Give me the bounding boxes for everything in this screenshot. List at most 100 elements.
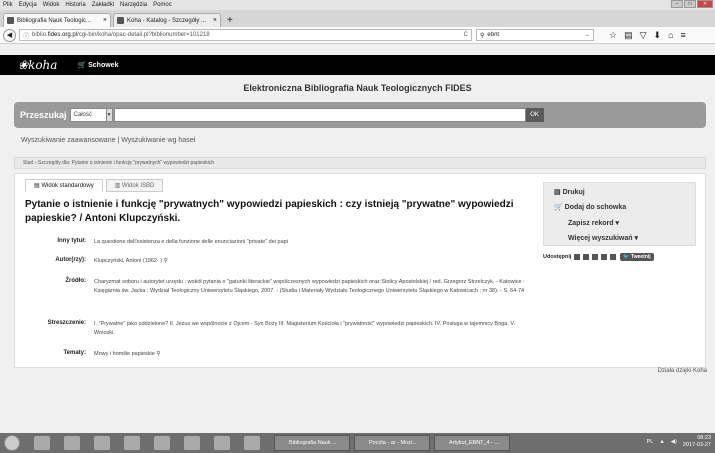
toolbar-icons: ☆ ▤ ▽ ⬇ ⌂ ≡ xyxy=(602,30,686,41)
breadcrumb: Start › Szczegóły dla: Pytanie o istnien… xyxy=(14,157,706,169)
taskbar-mail-task[interactable]: Poczta - ar - Mozi... xyxy=(354,435,430,451)
tab-standard-view[interactable]: ▤ Widok standardowy xyxy=(25,179,103,192)
pocket-icon[interactable]: ▽ xyxy=(640,30,647,41)
field-subjects: Tematy: Mowy i homilie papieskie ⚲ xyxy=(63,350,161,357)
menu-view[interactable]: Widok xyxy=(43,2,60,8)
maximize-button[interactable]: □ xyxy=(684,0,696,8)
email-icon[interactable] xyxy=(601,254,608,260)
save-record-button[interactable]: Zapisz rekord ▾ xyxy=(568,219,619,227)
menu-edit[interactable]: Edycja xyxy=(19,2,37,8)
tab-koha-katalog[interactable]: Koha - Katalog - Szczegóły ... × xyxy=(113,13,221,27)
advanced-search-link[interactable]: Wyszukiwanie zaawansowane xyxy=(21,137,115,144)
search-icon: ⚲ xyxy=(480,32,485,39)
menu-tools[interactable]: Narzędzia xyxy=(120,2,147,8)
search-icon[interactable]: ⚲ xyxy=(164,258,168,264)
field-source: Źródło: Charyzmat soboru i autorytet urz… xyxy=(65,278,525,294)
cart-icon: 🛒 xyxy=(554,204,563,211)
tab-bar: Bibliografia Nauk Teologic... × Koha - K… xyxy=(0,10,715,27)
bookmark-star-icon[interactable]: ☆ xyxy=(609,30,617,41)
search-value: ebnt xyxy=(487,32,500,38)
nav-bar: ◀ ⓘ biblio.fides.org.pl/cgi-bin/koha/opa… xyxy=(0,27,715,44)
koha-header: ❀koha 🛒 Schowek xyxy=(0,55,715,75)
start-button[interactable] xyxy=(4,435,20,451)
reading-list-icon[interactable]: ▤ xyxy=(624,30,633,41)
headings-search-link[interactable]: Wyszukiwanie wg haseł xyxy=(121,137,195,144)
field-other-title: Inny tytuł: La questione dell'esistenza … xyxy=(57,238,288,245)
url-bar[interactable]: ⓘ biblio.fides.org.pl/cgi-bin/koha/opac-… xyxy=(19,29,472,41)
clock[interactable]: 08:23 2017-03-27 xyxy=(683,435,711,449)
search-go-icon[interactable]: → xyxy=(584,32,590,38)
facebook-icon[interactable] xyxy=(574,254,581,260)
search-label: Przeszukaj xyxy=(20,110,67,120)
koha-logo[interactable]: ❀koha xyxy=(18,58,57,72)
media-player-icon[interactable] xyxy=(94,436,110,450)
menu-icon[interactable]: ≡ xyxy=(681,30,686,41)
close-tab-icon[interactable]: × xyxy=(103,17,107,24)
search-ok-button[interactable]: OK xyxy=(525,108,544,122)
subject-link[interactable]: Mowy i homilie papieskie xyxy=(94,351,155,357)
cart-link[interactable]: 🛒 Schowek xyxy=(77,61,118,69)
opera-icon[interactable] xyxy=(154,436,170,450)
print-button[interactable]: ▤ Drukuj xyxy=(554,188,585,196)
tab-label: Bibliografia Nauk Teologic... xyxy=(17,17,91,24)
browser-search-box[interactable]: ⚲ ebnt → xyxy=(476,29,594,41)
info-icon[interactable]: ⓘ xyxy=(23,31,29,40)
favicon-icon xyxy=(117,17,124,24)
chrome-icon[interactable] xyxy=(124,436,140,450)
more-searches-button[interactable]: Więcej wyszukiwań ▾ xyxy=(568,234,638,242)
catalog-search-bar: Przeszukaj Całość ▼ OK xyxy=(14,102,706,128)
menu-bar: Plik Edycja Widok Historia Zakładki Narz… xyxy=(0,0,715,10)
home-icon[interactable]: ⌂ xyxy=(668,30,673,41)
tweet-button[interactable]: 🐦 Tweetnij xyxy=(620,253,654,261)
author-link[interactable]: Klupczyński, Antoni (1962- ) xyxy=(94,258,162,264)
linkedin-icon[interactable] xyxy=(583,254,590,260)
taskbar: Bibliografia Nauk ... Poczta - ar - Mozi… xyxy=(0,433,715,453)
tab-label: Koha - Katalog - Szczegóły ... xyxy=(127,17,207,24)
back-button[interactable]: ◀ xyxy=(3,28,16,42)
tab-isbd-view[interactable]: ▥ Widok ISBD xyxy=(105,179,164,192)
powered-by-koha[interactable]: Działa dzięki Koha xyxy=(658,368,707,374)
network-icon[interactable]: ▲ xyxy=(659,439,664,445)
search-input[interactable] xyxy=(113,108,526,122)
tab-bibliografia[interactable]: Bibliografia Nauk Teologic... × xyxy=(3,13,111,27)
record-title: Pytanie o istnienie i funkcję "prywatnyc… xyxy=(25,199,514,224)
taskbar-firefox-task[interactable]: Bibliografia Nauk ... xyxy=(274,435,350,451)
menu-bookmarks[interactable]: Zakładki xyxy=(92,2,114,8)
language-indicator[interactable]: PL xyxy=(647,439,654,445)
field-abstract: Streszczenie: I. "Prywatne" jako oddziel… xyxy=(47,320,516,336)
search-scope-select[interactable]: Całość ▼ xyxy=(69,108,113,122)
search-icon[interactable]: ⚲ xyxy=(156,351,160,357)
google-plus-icon[interactable] xyxy=(610,254,617,260)
actions-sidebar: ▤ Drukuj 🛒 Dodaj do schowka Zapisz rekor… xyxy=(543,182,696,246)
share-bar: Udostępnij 🐦 Tweetnij xyxy=(543,253,654,261)
new-tab-button[interactable]: + xyxy=(223,15,237,27)
menu-file[interactable]: Plik xyxy=(3,2,13,8)
menu-history[interactable]: Historia xyxy=(65,2,85,8)
view-tabs: ▤ Widok standardowy ▥ Widok ISBD xyxy=(25,179,166,192)
ie-icon[interactable] xyxy=(34,436,50,450)
menu-help[interactable]: Pomoc xyxy=(153,2,172,8)
minimize-button[interactable]: – xyxy=(671,0,683,8)
system-tray: PL ▲ ◀) 08:23 2017-03-27 xyxy=(647,435,711,449)
window-controls: – □ ✕ xyxy=(670,0,713,8)
close-window-button[interactable]: ✕ xyxy=(697,0,713,8)
delicious-icon[interactable] xyxy=(592,254,599,260)
chevron-down-icon: ▼ xyxy=(105,109,112,121)
app-icon[interactable] xyxy=(244,436,260,450)
search-links: Wyszukiwanie zaawansowane | Wyszukiwanie… xyxy=(21,137,196,144)
add-to-cart-button[interactable]: 🛒 Dodaj do schowka xyxy=(554,203,626,211)
taskbar-word-task[interactable]: Artykuł_EBNT_4 - ... xyxy=(434,435,510,451)
word-icon[interactable] xyxy=(184,436,200,450)
field-author: Autor(rzy): Klupczyński, Antoni (1962- )… xyxy=(55,257,168,264)
terminal-icon[interactable] xyxy=(214,436,230,450)
favicon-icon xyxy=(7,17,14,24)
close-tab-icon[interactable]: × xyxy=(213,17,217,24)
printer-icon: ▤ xyxy=(554,189,561,196)
record-panel: ▤ Widok standardowy ▥ Widok ISBD Pytanie… xyxy=(14,173,706,368)
download-icon[interactable]: ⬇ xyxy=(654,30,662,41)
library-banner: Elektroniczna Bibliografia Nauk Teologic… xyxy=(243,83,472,93)
explorer-icon[interactable] xyxy=(64,436,80,450)
url-text: biblio.fides.org.pl/cgi-bin/koha/opac-de… xyxy=(32,32,210,38)
volume-icon[interactable]: ◀) xyxy=(671,439,677,445)
reload-icon[interactable]: C xyxy=(464,32,468,38)
